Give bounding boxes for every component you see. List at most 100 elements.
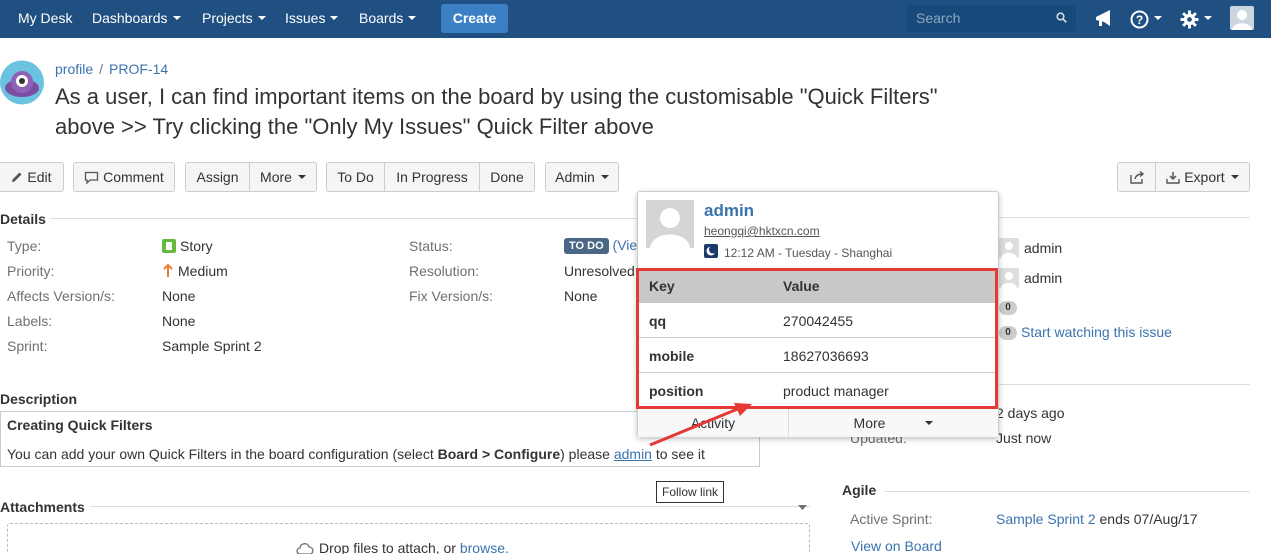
- user-avatar-icon: [1001, 242, 1017, 258]
- project-avatar[interactable]: [0, 60, 45, 105]
- svg-text:?: ?: [1136, 13, 1143, 27]
- export-button[interactable]: Export: [1155, 163, 1249, 191]
- type-value-text: Story: [180, 238, 213, 254]
- nav-issues-label: Issues: [285, 10, 326, 26]
- card-user-avatar[interactable]: [646, 200, 694, 248]
- updated-value: Just now: [996, 430, 1052, 446]
- more-label: More: [260, 169, 292, 185]
- attachment-drop-zone[interactable]: Drop files to attach, or browse.: [7, 523, 810, 554]
- gear-icon: [1180, 10, 1199, 29]
- card-more-button[interactable]: More: [788, 409, 998, 438]
- card-email-link[interactable]: heongqi@hktxcn.com: [704, 224, 820, 238]
- comment-label: Comment: [103, 169, 164, 185]
- settings-menu[interactable]: [1180, 0, 1212, 38]
- votes-badge[interactable]: 0: [999, 301, 1017, 315]
- chevron-down-icon: [408, 16, 417, 21]
- sprint-label: Sprint:: [7, 338, 48, 354]
- people-rule: [998, 217, 1250, 218]
- description-subheading: Creating Quick Filters: [7, 417, 153, 433]
- download-icon: [1166, 172, 1181, 184]
- workflow-group: To Do In Progress Done: [326, 162, 535, 192]
- nav-boards-label: Boards: [359, 10, 404, 26]
- nav-dashboards[interactable]: Dashboards: [92, 0, 181, 38]
- agile-rule: [884, 491, 1250, 492]
- user-avatar[interactable]: [1230, 6, 1254, 30]
- active-sprint-value: Sample Sprint 2 ends 07/Aug/17: [996, 511, 1198, 527]
- follow-link-tooltip: Follow link: [656, 481, 725, 503]
- todo-button[interactable]: To Do: [327, 163, 384, 191]
- details-heading[interactable]: Details: [0, 211, 46, 227]
- status-lozenge: TO DO: [564, 238, 609, 254]
- nav-issues[interactable]: Issues: [285, 0, 339, 38]
- chevron-down-icon: [600, 175, 609, 180]
- priority-value: Medium: [162, 263, 228, 279]
- resolution-label: Resolution:: [409, 263, 480, 279]
- chevron-down-icon: [1154, 16, 1162, 21]
- view-on-board-link[interactable]: View on Board: [851, 538, 942, 554]
- breadcrumb-issue-link[interactable]: PROF-14: [109, 61, 168, 77]
- affects-label: Affects Version/s:: [7, 288, 115, 304]
- card-local-time: 12:12 AM - Tuesday - Shanghai: [724, 246, 893, 260]
- export-label: Export: [1184, 169, 1225, 185]
- row-key: mobile: [649, 348, 695, 364]
- agile-heading[interactable]: Agile: [842, 482, 876, 498]
- row-value: product manager: [783, 383, 889, 399]
- create-button[interactable]: Create: [441, 4, 508, 33]
- share-export-group: Export: [1117, 162, 1250, 192]
- row-key: qq: [649, 313, 667, 329]
- megaphone-icon[interactable]: [1094, 7, 1114, 31]
- row-value: 18627036693: [783, 348, 869, 364]
- admin-label: Admin: [555, 169, 595, 185]
- start-watching-link[interactable]: Start watching this issue: [1021, 324, 1172, 340]
- issue-title-line-1: As a user, I can find important items on…: [55, 84, 938, 109]
- issue-title[interactable]: As a user, I can find important items on…: [55, 82, 1055, 142]
- edit-button[interactable]: Edit: [0, 162, 64, 192]
- in-progress-button[interactable]: In Progress: [384, 163, 479, 191]
- assignee-avatar: [999, 238, 1019, 258]
- moon-icon: [704, 244, 718, 258]
- assign-more-group: Assign More: [185, 162, 317, 192]
- more-button[interactable]: More: [249, 163, 316, 191]
- search-input[interactable]: Search: [906, 5, 1076, 32]
- sprint-value: Sample Sprint 2: [162, 338, 262, 354]
- table-header-row: Key Value: [638, 270, 998, 303]
- table-row: mobile 18627036693: [638, 338, 998, 373]
- browse-link[interactable]: browse.: [460, 540, 509, 554]
- admin-button[interactable]: Admin: [545, 162, 619, 192]
- sprint-ends-text: ends 07/Aug/17: [1099, 511, 1198, 527]
- watchers-badge[interactable]: 0: [999, 326, 1017, 340]
- nav-my-desk[interactable]: My Desk: [18, 0, 72, 38]
- description-heading[interactable]: Description: [0, 391, 77, 407]
- view-workflow-link[interactable]: (Vie: [613, 237, 638, 253]
- help-menu[interactable]: ?: [1130, 0, 1162, 38]
- attachments-heading[interactable]: Attachments: [0, 499, 85, 515]
- share-icon: [1129, 170, 1144, 184]
- nav-projects[interactable]: Projects: [202, 0, 266, 38]
- drop-zone-text: Drop files to attach, or browse.: [295, 540, 509, 554]
- pencil-icon: [12, 172, 22, 182]
- status-label: Status:: [409, 238, 453, 254]
- nav-dashboards-label: Dashboards: [92, 10, 168, 26]
- assignee-value[interactable]: admin: [1024, 240, 1062, 256]
- share-button[interactable]: [1118, 163, 1155, 191]
- labels-value[interactable]: None: [162, 313, 195, 329]
- reporter-avatar: [999, 268, 1019, 288]
- breadcrumb-project-link[interactable]: profile: [55, 61, 93, 77]
- breadcrumb-separator: /: [99, 61, 104, 77]
- drop-zone-label: Drop files to attach, or: [319, 540, 460, 554]
- reporter-value[interactable]: admin: [1024, 270, 1062, 286]
- description-text: You can add your own Quick Filters in th…: [7, 446, 705, 462]
- comment-button[interactable]: Comment: [73, 162, 175, 192]
- active-sprint-link[interactable]: Sample Sprint 2: [996, 511, 1096, 527]
- affects-value: None: [162, 288, 196, 304]
- search-placeholder: Search: [916, 10, 961, 26]
- done-button[interactable]: Done: [479, 163, 534, 191]
- chevron-down-icon[interactable]: [798, 505, 807, 511]
- card-user-name-link[interactable]: admin: [704, 201, 754, 221]
- dates-rule: [998, 384, 1250, 385]
- assign-button[interactable]: Assign: [186, 163, 249, 191]
- row-value: 270042455: [783, 313, 854, 329]
- chevron-down-icon: [172, 16, 181, 21]
- created-value: 2 days ago: [996, 405, 1065, 421]
- nav-boards[interactable]: Boards: [359, 0, 417, 38]
